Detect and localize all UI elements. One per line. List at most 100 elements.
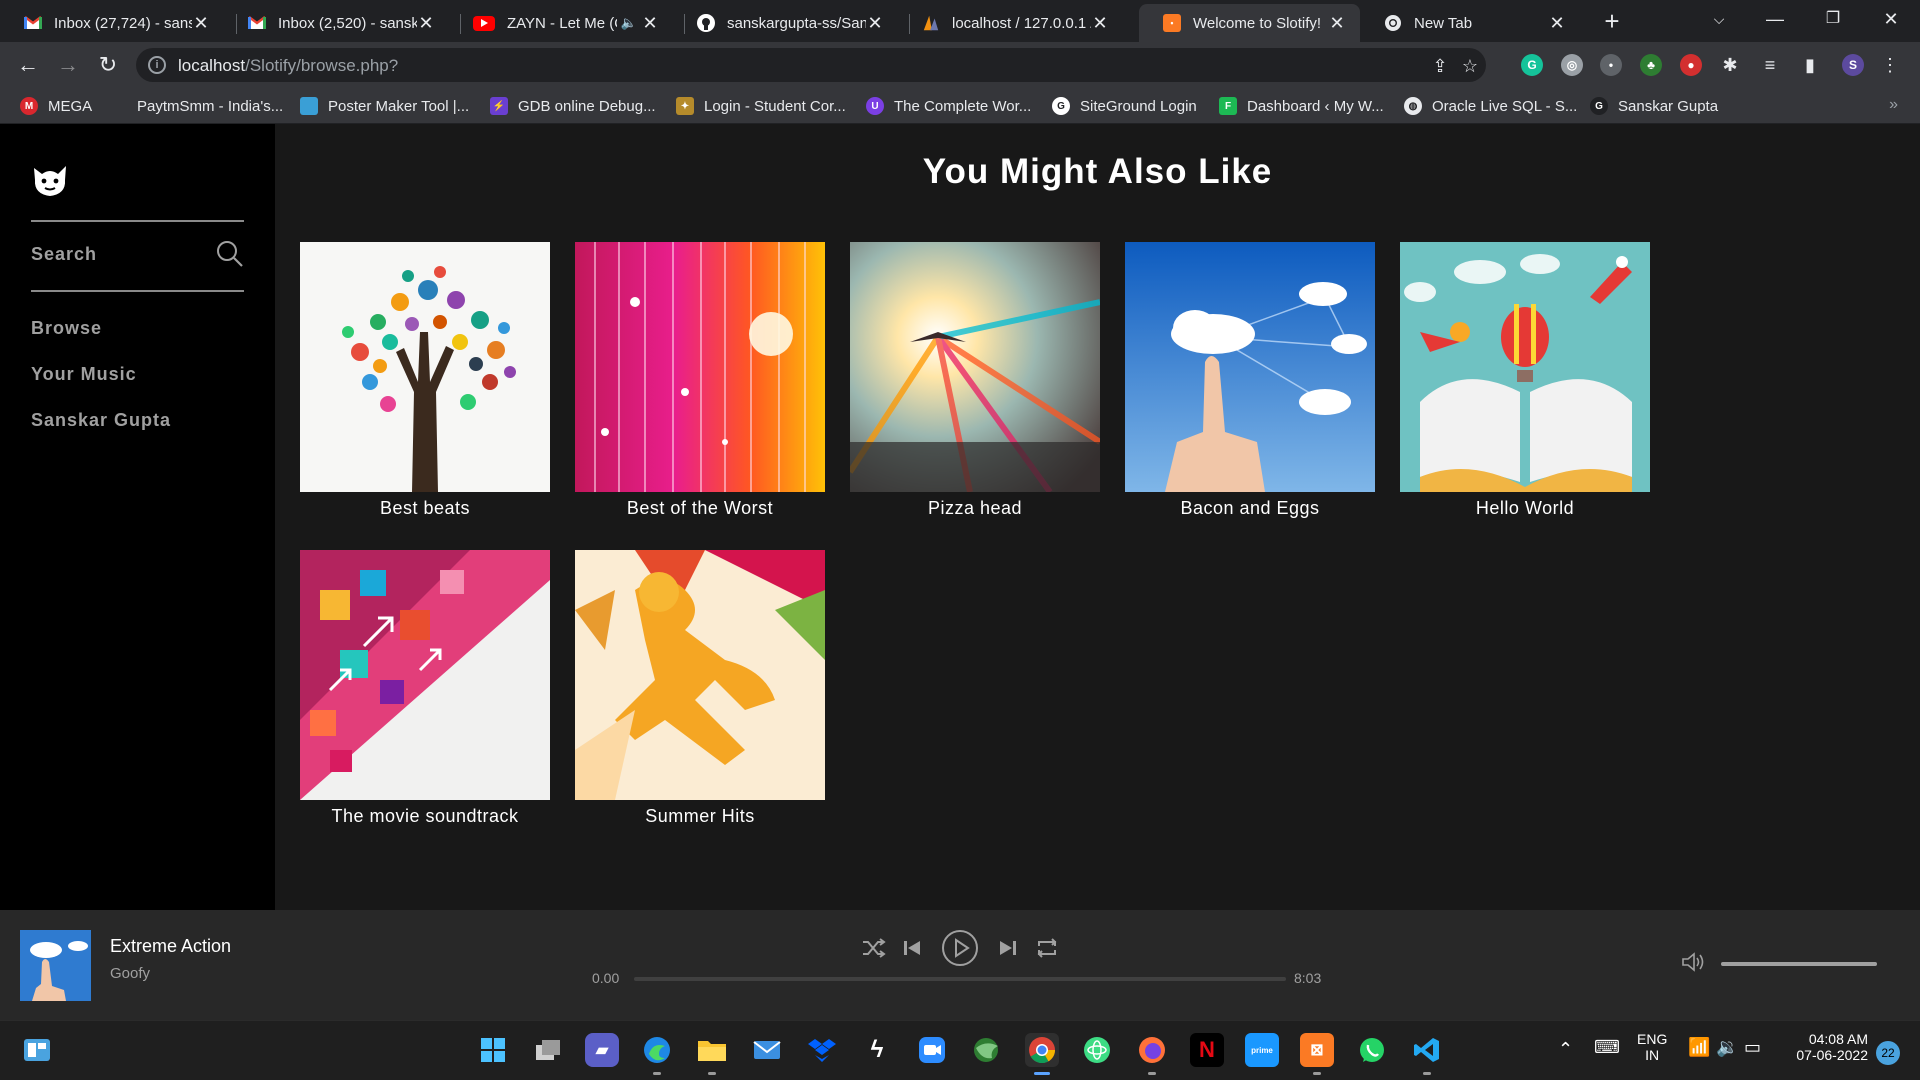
file-explorer-icon[interactable] (695, 1033, 729, 1075)
search-icon[interactable] (216, 240, 244, 268)
album-title[interactable]: Best beats (300, 498, 550, 519)
album-cover-colorful-arrows[interactable] (300, 550, 550, 800)
new-tab-icon[interactable]: + (1598, 8, 1626, 36)
dropbox-icon[interactable] (805, 1033, 839, 1067)
media-control-icon[interactable]: ≡ (1760, 55, 1780, 75)
site-info-icon[interactable]: i (148, 56, 166, 74)
bolt-app-icon[interactable]: ϟ (860, 1033, 894, 1067)
record-extension-icon[interactable]: ● (1680, 54, 1702, 76)
window-close-icon[interactable]: ✕ (1868, 4, 1914, 34)
shuffle-icon[interactable] (858, 933, 888, 963)
edge-icon[interactable] (640, 1033, 674, 1075)
slotify-logo-icon[interactable] (30, 160, 70, 200)
battery-icon[interactable]: ▭ (1744, 1037, 1761, 1058)
next-icon[interactable] (993, 933, 1023, 963)
extension-icon[interactable]: ◎ (1561, 54, 1583, 76)
language-indicator[interactable]: ENG IN (1637, 1031, 1667, 1063)
atom-icon[interactable] (1080, 1033, 1114, 1067)
prime-video-icon[interactable]: prime (1245, 1033, 1279, 1067)
grammarly-icon[interactable]: G (1521, 54, 1543, 76)
mail-icon[interactable] (750, 1033, 784, 1067)
address-bar[interactable]: i localhost/Slotify/browse.php? ⇪ ☆ (136, 48, 1486, 82)
whatsapp-icon[interactable] (1355, 1033, 1389, 1067)
album-card[interactable]: Pizza head (850, 242, 1100, 519)
earth-app-icon[interactable] (970, 1033, 1004, 1067)
bookmark-sanskar-gupta[interactable]: G Sanskar Gupta (1590, 94, 1718, 118)
close-tab-icon[interactable]: ✕ (1548, 13, 1566, 34)
tab-new-tab[interactable]: New Tab ✕ (1360, 4, 1580, 42)
nav-browse[interactable]: Browse (31, 318, 102, 339)
xampp-icon[interactable]: ⊠ (1300, 1033, 1334, 1075)
nav-your-music[interactable]: Your Music (31, 364, 137, 385)
previous-icon[interactable] (897, 933, 927, 963)
back-arrow-icon[interactable]: ← (14, 51, 42, 79)
album-cover-open-book-balloon[interactable] (1400, 242, 1650, 492)
play-icon[interactable] (940, 928, 980, 968)
extension-icon[interactable]: • (1600, 54, 1622, 76)
album-cover-finger-cloud[interactable] (1125, 242, 1375, 492)
clock[interactable]: 04:08 AM 07-06-2022 (1788, 1031, 1868, 1063)
close-tab-icon[interactable]: ✕ (192, 13, 210, 34)
album-cover-pink-light-streaks[interactable] (575, 242, 825, 492)
now-playing-title[interactable]: Extreme Action (110, 936, 231, 957)
speaker-icon[interactable]: 🔈 (617, 15, 641, 31)
forward-arrow-icon[interactable]: → (54, 51, 82, 79)
bookmark-student-login[interactable]: ✦ Login - Student Cor... (676, 94, 846, 118)
task-view-icon[interactable] (531, 1033, 565, 1067)
close-tab-icon[interactable]: ✕ (866, 13, 884, 34)
progress-bar[interactable] (634, 977, 1286, 981)
puzzle-extensions-icon[interactable]: ✱ (1720, 55, 1740, 75)
menu-dots-icon[interactable]: ⋮ (1880, 55, 1900, 75)
firefox-icon[interactable] (1135, 1033, 1169, 1075)
album-card[interactable]: Best of the Worst (575, 242, 825, 519)
show-hidden-icons-icon[interactable]: ⌃ (1558, 1039, 1573, 1060)
album-card[interactable]: Summer Hits (575, 550, 825, 827)
volume-slider[interactable] (1721, 962, 1877, 966)
now-playing-artist[interactable]: Goofy (110, 965, 150, 982)
now-playing-artwork[interactable] (20, 930, 91, 1001)
album-card[interactable]: Bacon and Eggs (1125, 242, 1375, 519)
volume-icon[interactable] (1680, 950, 1706, 974)
bookmark-oracle[interactable]: ◍ Oracle Live SQL - S... (1404, 94, 1577, 118)
speaker-icon[interactable]: 🔉 (1716, 1037, 1738, 1058)
tab-phpmyadmin[interactable]: localhost / 127.0.0.1 / ✕ (898, 4, 1123, 42)
minimize-icon[interactable]: — (1752, 4, 1798, 34)
vscode-icon[interactable] (1410, 1033, 1444, 1075)
album-title[interactable]: Bacon and Eggs (1125, 498, 1375, 519)
album-card[interactable]: Hello World (1400, 242, 1650, 519)
album-cover-light-burst[interactable] (850, 242, 1100, 492)
bookmark-complete-wor[interactable]: U The Complete Wor... (866, 94, 1031, 118)
chrome-icon[interactable] (1025, 1033, 1059, 1075)
repeat-icon[interactable] (1032, 933, 1062, 963)
album-title[interactable]: Summer Hits (575, 806, 825, 827)
url-text[interactable]: localhost/Slotify/browse.php? (178, 56, 398, 76)
notification-badge[interactable]: 22 (1876, 1041, 1900, 1065)
album-title[interactable]: Pizza head (850, 498, 1100, 519)
more-bookmarks-icon[interactable]: » (1889, 96, 1898, 114)
search-nav-item[interactable]: Search (31, 224, 244, 284)
bookmark-paytmsmm[interactable]: PaytmSmm - India's... (137, 94, 283, 118)
widgets-icon[interactable] (20, 1033, 54, 1067)
wifi-icon[interactable]: 📶 (1688, 1037, 1710, 1058)
zoom-icon[interactable] (915, 1033, 949, 1067)
tree-extension-icon[interactable]: ♣ (1640, 54, 1662, 76)
bookmark-dashboard[interactable]: F Dashboard ‹ My W... (1219, 94, 1384, 118)
album-cover-tree-of-hands[interactable] (300, 242, 550, 492)
netflix-icon[interactable]: N (1190, 1033, 1224, 1067)
bookmark-star-icon[interactable]: ☆ (1460, 56, 1480, 76)
tab-gmail-1[interactable]: Inbox (27,724) - sansk ✕ (0, 4, 224, 42)
tab-slotify[interactable]: ꞏ Welcome to Slotify! ✕ (1139, 4, 1360, 42)
bookmark-poster-maker[interactable]: Poster Maker Tool |... (300, 94, 469, 118)
tab-search-icon[interactable]: ⌵ (1696, 4, 1742, 34)
tab-github[interactable]: sanskargupta-ss/Sans ✕ (673, 4, 898, 42)
share-icon[interactable]: ⇪ (1430, 56, 1450, 76)
album-title[interactable]: The movie soundtrack (300, 806, 550, 827)
album-card[interactable]: The movie soundtrack (300, 550, 550, 827)
album-card[interactable]: Best beats (300, 242, 550, 519)
tab-youtube[interactable]: ZAYN - Let Me (O 🔈 ✕ (449, 4, 673, 42)
album-title[interactable]: Hello World (1400, 498, 1650, 519)
album-cover-orange-runner[interactable] (575, 550, 825, 800)
close-tab-icon[interactable]: ✕ (1091, 13, 1109, 34)
bookmark-gdb[interactable]: ⚡ GDB online Debug... (490, 94, 656, 118)
close-tab-icon[interactable]: ✕ (417, 13, 435, 34)
